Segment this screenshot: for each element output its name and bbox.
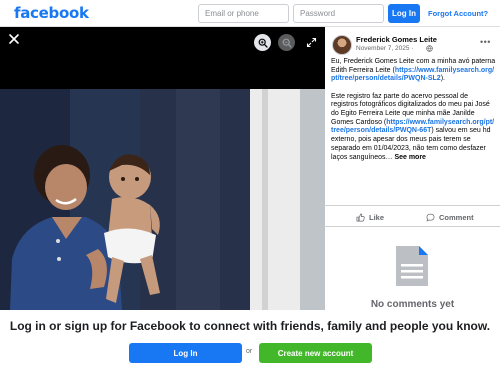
post-caption: Eu, Frederick Gomes Leite com a minha av… xyxy=(331,58,496,171)
comment-icon xyxy=(426,213,435,222)
create-account-button[interactable]: Create new account xyxy=(259,343,372,363)
like-icon xyxy=(356,213,365,221)
avatar[interactable] xyxy=(332,35,352,55)
post-author[interactable]: Frederick Gomes Leite xyxy=(356,35,437,44)
zoom-out-icon[interactable] xyxy=(278,34,295,51)
photo-illustration xyxy=(0,89,325,310)
caption-paragraph-2: Este registro faz parte do acervo pessoa… xyxy=(331,93,496,163)
comment-button[interactable]: Comment xyxy=(426,210,474,224)
or-separator: or xyxy=(246,348,253,355)
email-field[interactable] xyxy=(198,4,289,23)
post-photo xyxy=(0,89,325,310)
post-panel: Frederick Gomes Leite November 7, 2025 ·… xyxy=(325,27,500,310)
top-bar: facebook Log In Forgot Account? xyxy=(0,0,500,27)
more-options-icon[interactable]: ••• xyxy=(480,37,491,47)
like-button[interactable]: Like xyxy=(356,210,384,224)
close-icon[interactable] xyxy=(8,33,20,45)
header-login-button[interactable]: Log In xyxy=(388,4,420,23)
caption-paragraph-1: Eu, Frederick Gomes Leite com a minha av… xyxy=(331,58,496,84)
signup-prompt: Log in or sign up for Facebook to connec… xyxy=(9,319,491,333)
footer-login-button[interactable]: Log In xyxy=(129,343,242,363)
zoom-in-icon[interactable] xyxy=(254,34,271,51)
comment-label: Comment xyxy=(439,212,474,222)
forgot-account-link[interactable]: Forgot Account? xyxy=(428,9,488,18)
document-icon xyxy=(396,246,428,286)
photo-viewer xyxy=(0,27,325,310)
caption-text-end: ). xyxy=(440,75,445,83)
password-field[interactable] xyxy=(293,4,384,23)
no-comments-text: No comments yet xyxy=(370,299,455,310)
post-date[interactable]: November 7, 2025 · xyxy=(356,45,413,52)
see-more-link[interactable]: See more xyxy=(394,154,426,161)
globe-icon xyxy=(426,45,433,52)
like-label: Like xyxy=(369,212,385,222)
post-actions: Like Comment xyxy=(325,205,500,227)
expand-icon[interactable] xyxy=(303,34,320,51)
signup-footer: Log in or sign up for Facebook to connec… xyxy=(0,310,500,375)
facebook-logo[interactable]: facebook xyxy=(14,4,89,22)
